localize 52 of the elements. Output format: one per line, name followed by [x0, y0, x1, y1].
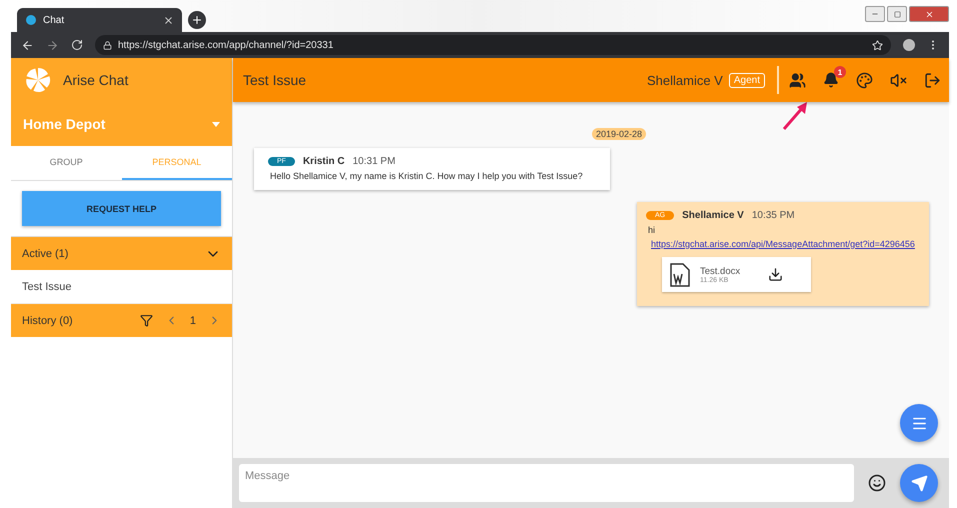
back-icon[interactable]: [21, 38, 34, 52]
section-title: History (0): [22, 314, 74, 326]
logo-icon: [23, 65, 53, 95]
new-tab-button[interactable]: [188, 11, 206, 29]
section-title: Active (1): [22, 248, 70, 260]
message-text: hi: [647, 225, 656, 235]
users-icon[interactable]: [789, 72, 806, 88]
plus-icon: [191, 14, 203, 26]
maximize-icon: [894, 10, 900, 18]
user-name: Shellamice V: [646, 72, 723, 88]
message-time: 10:35 PM: [752, 210, 795, 221]
extension-icon[interactable]: [903, 39, 915, 51]
maximize-button[interactable]: [887, 6, 907, 22]
filter-icon[interactable]: [140, 314, 153, 327]
request-help-button[interactable]: REQUEST HELP: [22, 191, 221, 226]
arrow-drawing: [780, 100, 810, 132]
active-section-header[interactable]: Active (1): [11, 237, 232, 270]
close-icon: [924, 10, 934, 18]
app-name: Arise Chat: [63, 72, 128, 88]
browser-tab[interactable]: Chat: [17, 8, 182, 32]
favicon-icon: [25, 14, 37, 26]
attachment-link[interactable]: https://stgchat.arise.com/api/MessageAttachment/get?id=4296456: [646, 239, 920, 249]
notification-count: 1: [834, 66, 846, 78]
history-section-header[interactable]: History (0) 1: [11, 304, 232, 337]
close-icon[interactable]: [163, 14, 174, 26]
word-document-icon: [670, 262, 690, 286]
role-badge: Agent: [728, 72, 765, 88]
message-input[interactable]: Message: [239, 464, 854, 502]
tab[interactable]: GROUP: [11, 146, 122, 180]
sender-name: Shellamice V: [682, 210, 744, 221]
emoji-icon[interactable]: [868, 474, 886, 492]
forward-icon[interactable]: [46, 38, 59, 52]
message-text: Hello Shellamice V, my name is Kristin C. How may I help you with Test Issue?: [269, 171, 584, 181]
menu-button[interactable]: [900, 404, 938, 442]
download-icon[interactable]: [768, 267, 783, 282]
send-button[interactable]: [900, 464, 938, 502]
send-icon: [910, 474, 928, 492]
page-number: 1: [190, 314, 196, 326]
dropdown-caret-icon: [212, 122, 220, 126]
address-bar[interactable]: https://stgchat.arise.com/app/channel/?id=20331: [95, 35, 891, 55]
logout-icon[interactable]: [924, 72, 941, 88]
palette-icon[interactable]: [856, 72, 873, 88]
file-name: Test.docx: [700, 266, 742, 276]
date-label: 2019-02-28: [592, 128, 646, 140]
notification-bell-icon[interactable]: [823, 72, 839, 88]
bookmark-star-icon[interactable]: [872, 40, 883, 50]
message-time: 10:31 PM: [352, 156, 396, 167]
sender-name: Kristin C: [302, 156, 345, 167]
mute-icon[interactable]: [890, 72, 907, 88]
reload-icon[interactable]: [71, 39, 83, 51]
conversation-title: Test Issue: [243, 72, 308, 88]
lock-icon: [103, 40, 112, 50]
